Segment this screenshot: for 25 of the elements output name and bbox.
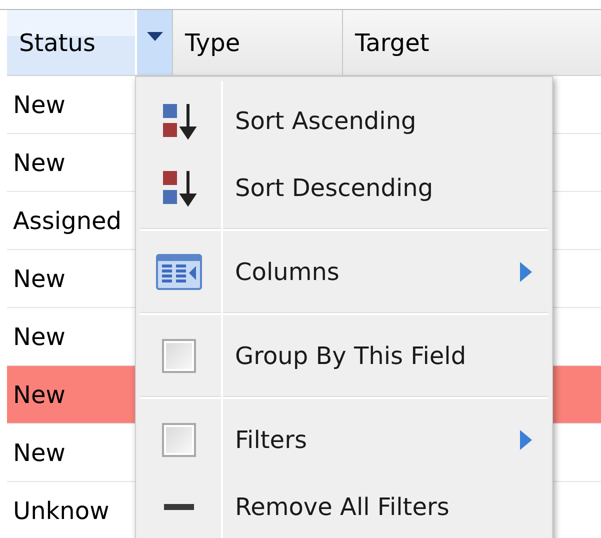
table-cell-text: New	[12, 322, 66, 350]
table-cell-text: New	[12, 264, 66, 292]
submenu-arrow-icon	[520, 262, 532, 282]
checkbox[interactable]	[162, 422, 196, 456]
column-header[interactable]: Target	[343, 10, 601, 75]
checkbox[interactable]	[162, 338, 196, 372]
menu-item[interactable]: Group By This Field	[136, 322, 552, 389]
column-header[interactable]: Status	[7, 10, 135, 75]
menu-item[interactable]: Sort Ascending	[136, 87, 552, 154]
table-cell-text: Assigned	[12, 206, 122, 234]
table-cell-text: New	[12, 90, 66, 118]
menu-item[interactable]: Remove All Filters	[136, 473, 552, 538]
columns-icon	[156, 254, 202, 290]
column-header[interactable]: Type	[173, 10, 343, 75]
caret-icon	[146, 32, 162, 41]
minus-icon	[164, 504, 194, 510]
table-cell-text: New	[12, 438, 66, 466]
menu-item[interactable]: Sort Descending	[136, 154, 552, 221]
menu-item[interactable]: Columns	[136, 238, 552, 305]
table-cell-text: New	[12, 148, 66, 176]
submenu-arrow-icon	[520, 430, 532, 450]
menu-item[interactable]: Filters	[136, 406, 552, 473]
table-cell-text: Unknow	[12, 496, 110, 524]
dropdown-trigger[interactable]	[135, 10, 173, 75]
table-cell-text: New	[12, 380, 66, 408]
